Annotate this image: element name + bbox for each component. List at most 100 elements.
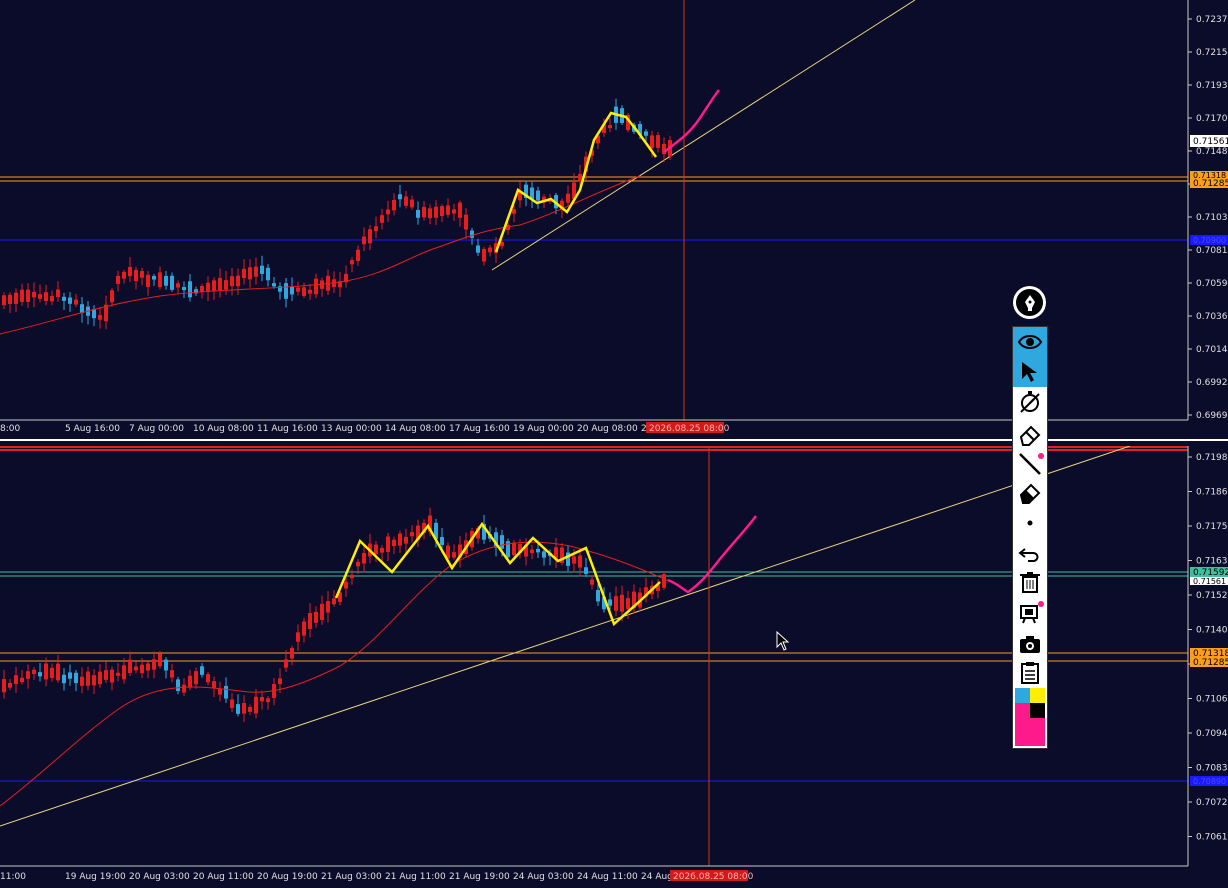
candle-body	[446, 205, 450, 215]
candle-body	[230, 699, 234, 708]
candle-body	[374, 544, 378, 555]
candle-body	[248, 706, 252, 712]
active-indicator-dot-2	[1038, 601, 1044, 607]
candle-body	[38, 294, 42, 299]
price-tick-label: 0.70720	[1196, 798, 1228, 808]
color-swatch-black[interactable]	[1030, 703, 1045, 718]
pen-line-icon[interactable]	[1013, 449, 1047, 479]
candle-body	[80, 676, 84, 686]
candle-body	[398, 533, 402, 546]
candle-body	[236, 275, 240, 287]
candle-body	[386, 209, 390, 215]
eye-icon[interactable]	[1013, 327, 1047, 357]
time-tick-label: 19 Aug 19:00	[65, 872, 126, 882]
candle-body	[536, 548, 540, 553]
mouse-cursor-icon	[776, 631, 790, 651]
candle-body	[20, 677, 24, 683]
candle-body	[68, 297, 72, 304]
trash-icon[interactable]	[1013, 567, 1047, 597]
candle-body	[50, 296, 54, 302]
candle-body	[56, 289, 60, 298]
candle-body	[74, 672, 78, 684]
camera-icon[interactable]	[1013, 629, 1047, 659]
candle-body	[86, 671, 90, 686]
color-swatch-yellow[interactable]	[1030, 688, 1045, 703]
price-tick-label: 0.70830	[1196, 764, 1228, 774]
candle-body	[164, 659, 168, 671]
cursor-arrow-icon[interactable]	[1013, 357, 1047, 387]
candle-body	[20, 289, 24, 302]
candle-body	[404, 196, 408, 206]
candle-body	[398, 194, 402, 200]
candle-body	[656, 135, 660, 148]
trend-line[interactable]	[491, 0, 916, 271]
fountain-pen-icon	[1016, 289, 1043, 316]
candle-body	[212, 681, 216, 689]
candle-body	[74, 299, 78, 305]
candle-body	[266, 267, 270, 281]
candle-body	[572, 556, 576, 564]
candle-body	[68, 672, 72, 679]
candle-body	[536, 190, 540, 201]
candle-body	[470, 230, 474, 238]
candle-body	[590, 579, 594, 585]
candle-body	[116, 672, 120, 676]
candle-body	[56, 663, 60, 681]
current-price-text-2: 0.71561	[1193, 577, 1226, 586]
candle-body	[440, 206, 444, 216]
candle-body	[452, 552, 456, 558]
candle-body	[344, 581, 348, 589]
clipboard-icon[interactable]	[1013, 657, 1047, 687]
trend-line[interactable]	[0, 446, 1131, 827]
candle-body	[620, 594, 624, 612]
candle-body	[26, 289, 30, 302]
candle-body	[458, 202, 462, 218]
candle-body	[644, 131, 648, 136]
candle-body	[380, 215, 384, 223]
time-tick-label: 20 Aug 11:00	[193, 872, 254, 882]
candle-body	[578, 173, 582, 182]
eraser-icon[interactable]	[1013, 419, 1047, 449]
price-tick-label: 0.71750	[1196, 522, 1228, 532]
time-tick-label: 13 Aug 00:00	[321, 424, 382, 434]
time-tick-label: 20 Aug 19:00	[257, 872, 318, 882]
price-tick-label: 0.72379	[1196, 15, 1228, 25]
color-swatch-blue[interactable]	[1015, 688, 1030, 703]
color-swatch-pink[interactable]	[1015, 703, 1030, 746]
candle-body	[452, 209, 456, 214]
time-axis-labels-bottom: 11:00 19 Aug 19:00 20 Aug 03:00 20 Aug 11:0…	[0, 872, 702, 882]
candles-bottom	[2, 507, 666, 723]
candle-body	[98, 314, 102, 320]
price-tick-label: 0.71520	[1196, 591, 1228, 601]
level-price-text-2: 0.71285	[1193, 658, 1228, 668]
undo-icon[interactable]	[1013, 538, 1047, 568]
dot-icon[interactable]	[1013, 508, 1047, 538]
candles-top	[2, 98, 672, 330]
candle-body	[116, 275, 120, 284]
drawing-tool-toggle[interactable]	[1013, 286, 1046, 319]
candle-body	[26, 671, 30, 679]
level-price-text-2: 0.71285	[1193, 179, 1228, 189]
candle-body	[290, 647, 294, 659]
candle-body	[44, 663, 48, 680]
candle-body	[416, 209, 420, 218]
candle-body	[542, 551, 546, 558]
price-tick-label: 0.71484	[1196, 147, 1228, 157]
candle-body	[152, 276, 156, 280]
color-swatch-pink-2[interactable]	[1030, 718, 1045, 746]
price-tick-label: 0.70369	[1196, 312, 1228, 322]
candle-body	[62, 296, 66, 301]
blue-level-text: 0.70900	[1193, 236, 1226, 245]
candle-body	[122, 665, 126, 680]
candle-body	[434, 206, 438, 218]
candle-body	[110, 290, 114, 303]
candle-body	[140, 664, 144, 674]
candle-body	[410, 532, 414, 537]
eraser-2-icon[interactable]	[1013, 477, 1047, 507]
candle-body	[212, 280, 216, 291]
candle-body	[296, 287, 300, 292]
candle-body	[140, 270, 144, 278]
projector-icon[interactable]	[1013, 597, 1047, 627]
stopwatch-icon[interactable]	[1013, 387, 1047, 417]
price-tick-label: 0.71934	[1196, 81, 1228, 91]
